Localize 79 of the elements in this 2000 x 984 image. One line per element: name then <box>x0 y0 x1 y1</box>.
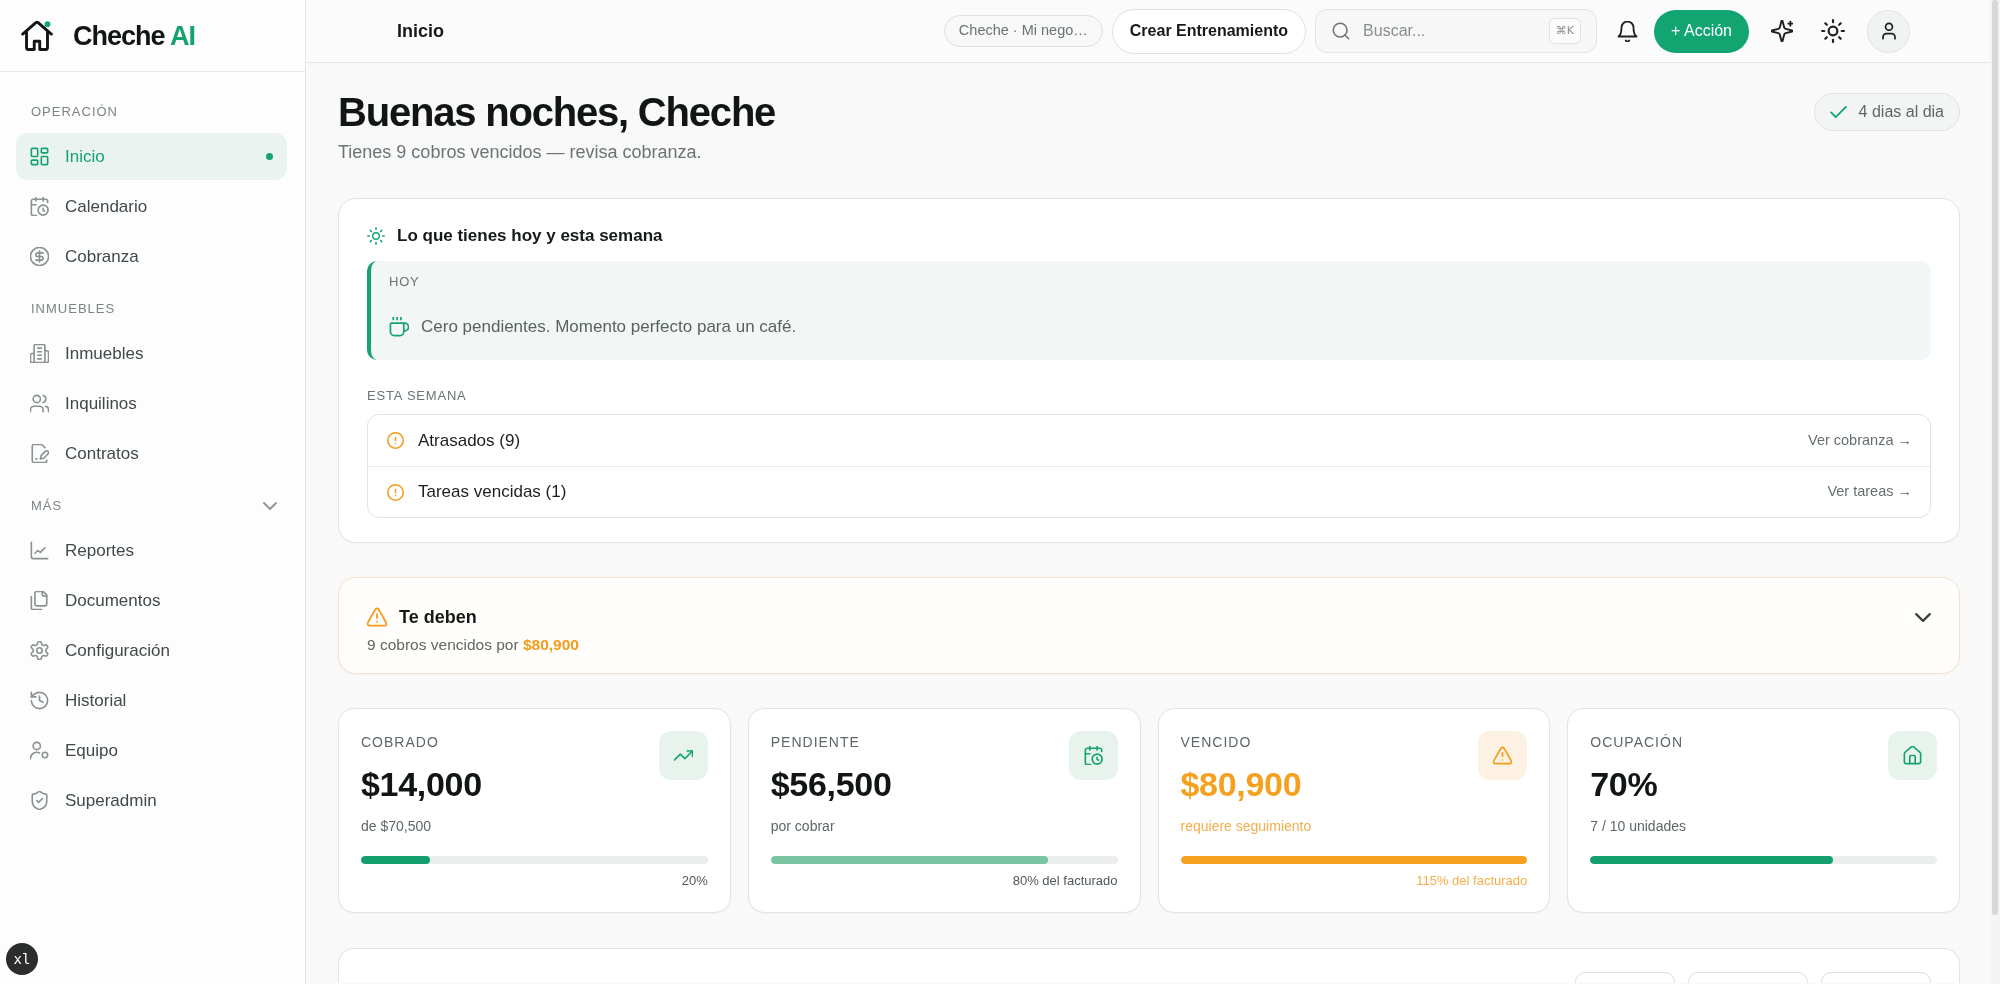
stat-value: $14,000 <box>361 764 482 804</box>
stat-footnote: 115% del facturado <box>1415 873 1528 889</box>
sun-icon <box>367 227 385 245</box>
house-logo-icon[interactable] <box>21 19 53 52</box>
document-pen-icon <box>30 444 49 463</box>
nav-item[interactable]: Equipo <box>16 727 287 774</box>
breakpoint-badge: xl <box>6 943 38 975</box>
users-icon <box>30 394 49 413</box>
shortcut-hint: ⌘K <box>1548 18 1582 44</box>
nav-item[interactable]: Inmuebles <box>16 330 287 377</box>
section-title: INMUEBLES <box>31 301 116 317</box>
stat-label: PENDIENTE <box>770 734 861 750</box>
calendar-clock-icon <box>1068 731 1118 780</box>
stat-caption: por cobrar <box>770 817 836 835</box>
nav-item[interactable]: Superadmin <box>16 777 287 824</box>
debt-summary: 9 cobros vencidos por $80,900 <box>367 635 580 655</box>
search-icon <box>1332 22 1351 40</box>
house-icon <box>1888 731 1937 780</box>
stat-value: $80,900 <box>1180 764 1303 804</box>
nav-item[interactable]: Historial <box>16 677 287 724</box>
nav-item[interactable]: Cobranza <box>16 233 287 280</box>
greeting-title: Buenas noches, Cheche <box>338 89 776 136</box>
page-title: Inicio <box>397 19 444 43</box>
card-title: Te deben <box>399 605 477 629</box>
stat-label: OCUPACIÓN <box>1590 734 1684 750</box>
section-label: ESTA SEMANA <box>367 388 468 404</box>
stat-footnote: 80% del facturado <box>1011 873 1118 889</box>
view-link[interactable]: Ver cobranza → <box>1808 429 1912 452</box>
nav-item[interactable]: Configuración <box>16 627 287 674</box>
view-link[interactable]: Ver tareas → <box>1827 481 1912 503</box>
sparkles-icon <box>1771 20 1793 42</box>
stat-caption: 7 / 10 unidades <box>1590 817 1686 835</box>
history-icon <box>30 691 49 710</box>
nav-item[interactable]: Documentos <box>16 577 287 624</box>
shield-check-icon <box>30 791 49 810</box>
section-label: HOY <box>389 274 421 290</box>
create-training-button[interactable]: Crear Entrenamiento <box>1111 8 1307 54</box>
workspace-selector[interactable]: Cheche · Mi nego… <box>943 15 1103 47</box>
stat-value: 70% <box>1590 764 1659 804</box>
stat-caption: de $70,500 <box>361 817 433 835</box>
week-item-label: Atrasados (9) <box>418 429 521 452</box>
card-title: Lo que tienes hoy y esta semana <box>397 225 663 248</box>
active-dot-icon <box>266 153 273 160</box>
sun-icon <box>1821 19 1845 43</box>
chevron-down-icon[interactable] <box>1915 612 1931 622</box>
user-gear-icon <box>30 741 49 760</box>
streak-badge: 4 dias al dia <box>1813 93 1960 131</box>
today-message: Cero pendientes. Momento perfecto para un café. <box>421 316 797 339</box>
trend-up-icon <box>658 731 708 780</box>
building-icon <box>30 344 49 363</box>
person-icon <box>1879 22 1898 40</box>
scrollbar-thumb[interactable] <box>1992 0 1998 915</box>
warning-icon <box>1478 731 1528 780</box>
nav-item[interactable]: Inquilinos <box>16 380 287 427</box>
line-chart-icon <box>30 541 49 560</box>
section-title: MÁS <box>31 498 63 514</box>
alert-circle-icon <box>387 483 404 501</box>
bell-icon <box>1617 20 1639 42</box>
dashboard-icon <box>30 147 49 166</box>
week-item-label: Tareas vencidas (1) <box>418 481 567 504</box>
stat-value: $56,500 <box>770 764 892 804</box>
stat-footnote: 20% <box>680 873 708 889</box>
check-icon <box>1829 106 1847 118</box>
nav-item[interactable]: Contratos <box>16 430 287 477</box>
nav-item[interactable]: Reportes <box>16 527 287 574</box>
coffee-cup-icon <box>389 317 409 337</box>
brand-name[interactable]: Cheche AI <box>73 19 196 52</box>
greeting-subtitle: Tienes 9 cobros vencidos — revisa cobranza. <box>338 141 703 164</box>
calendar-clock-icon <box>30 197 49 216</box>
stat-label: VENCIDO <box>1180 734 1253 750</box>
stat-caption: requiere seguimiento <box>1180 817 1312 835</box>
nav-item[interactable]: Calendario <box>16 183 287 230</box>
settings-icon <box>30 641 49 660</box>
stat-label: COBRADO <box>361 734 440 750</box>
section-title: OPERACIÓN <box>31 104 118 120</box>
warning-icon <box>367 607 387 627</box>
documents-icon <box>30 591 49 610</box>
alert-circle-icon <box>387 432 404 449</box>
profile-button[interactable] <box>1867 9 1910 53</box>
